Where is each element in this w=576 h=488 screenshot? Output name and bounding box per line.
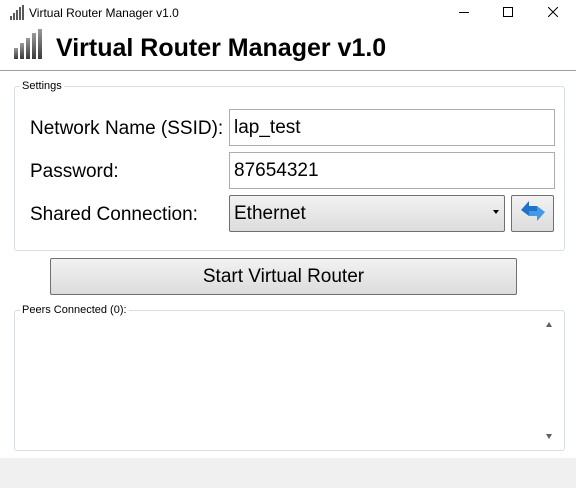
shared-connection-value: Ethernet xyxy=(234,203,306,224)
refresh-connections-button[interactable] xyxy=(511,195,554,232)
header-divider xyxy=(0,70,576,71)
header-signal-bars-icon xyxy=(12,28,46,60)
peers-list[interactable] xyxy=(16,318,542,446)
ssid-label: Network Name (SSID): xyxy=(30,118,224,139)
start-virtual-router-button[interactable]: Start Virtual Router xyxy=(50,258,517,295)
maximize-button[interactable] xyxy=(485,0,531,26)
ssid-input[interactable] xyxy=(229,109,555,146)
header-title: Virtual Router Manager v1.0 xyxy=(56,34,387,62)
peers-group-label: Peers Connected (0): xyxy=(20,304,129,317)
chevron-down-icon xyxy=(493,210,499,214)
settings-group-label: Settings xyxy=(20,80,64,93)
maximize-icon xyxy=(503,4,513,22)
scroll-down-arrow-icon[interactable] xyxy=(546,434,552,439)
window-title: Virtual Router Manager v1.0 xyxy=(29,6,179,20)
password-input[interactable] xyxy=(229,152,555,189)
scroll-up-arrow-icon[interactable] xyxy=(546,322,552,327)
shared-connection-dropdown[interactable]: Ethernet xyxy=(229,195,505,232)
password-label: Password: xyxy=(30,161,119,182)
minimize-icon xyxy=(459,4,469,22)
peers-scrollbar[interactable] xyxy=(542,317,559,445)
close-icon xyxy=(547,4,559,22)
minimize-button[interactable] xyxy=(441,0,487,26)
shared-connection-label: Shared Connection: xyxy=(30,204,198,225)
signal-bars-icon xyxy=(9,5,25,21)
refresh-arrows-icon xyxy=(518,198,548,229)
close-button[interactable] xyxy=(530,0,576,26)
status-bar xyxy=(0,458,576,488)
